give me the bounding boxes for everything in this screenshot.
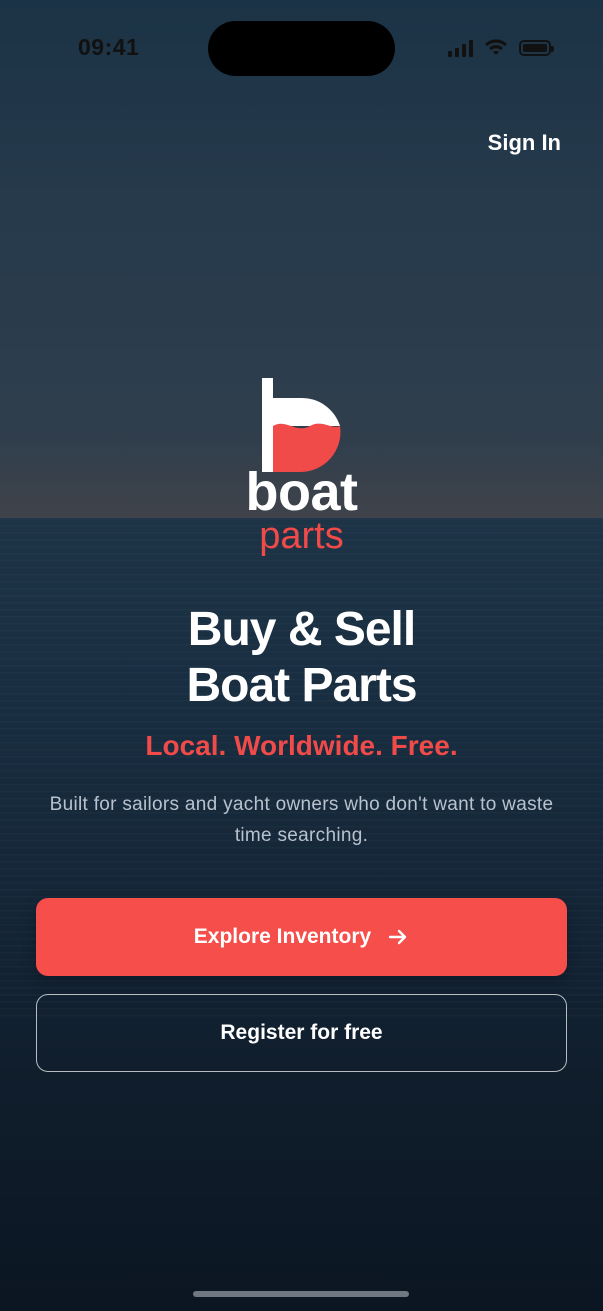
status-time: 09:41 (78, 34, 140, 60)
hero-description: Built for sailors and yacht owners who d… (49, 794, 554, 846)
hero-headline: Buy & Sell Boat Parts (0, 602, 603, 714)
cellular-signal-icon (448, 39, 473, 57)
dynamic-island (208, 21, 395, 76)
sign-in-link[interactable]: Sign In (488, 130, 561, 156)
explore-inventory-button[interactable]: Explore Inventory (36, 898, 567, 976)
headline-line-2: Boat Parts (186, 659, 417, 712)
battery-icon (519, 40, 554, 56)
register-button[interactable]: Register for free (36, 994, 567, 1072)
welcome-screen: 09:41 Sign In boat parts Buy & Sell Boat… (0, 0, 603, 1311)
arrow-right-icon (388, 929, 407, 945)
register-label: Register for free (220, 1021, 383, 1044)
explore-inventory-label: Explore Inventory (193, 925, 372, 948)
logo-wordmark: boat (245, 462, 359, 522)
boat-flag-logo-icon (262, 378, 341, 473)
headline-line-1: Buy & Sell (187, 603, 416, 656)
hero-tagline: Local. Worldwide. Free. (145, 730, 458, 761)
home-indicator[interactable] (193, 1291, 409, 1297)
status-icons (448, 38, 554, 58)
wifi-icon (485, 39, 507, 55)
logo-subtitle: parts (259, 515, 344, 557)
